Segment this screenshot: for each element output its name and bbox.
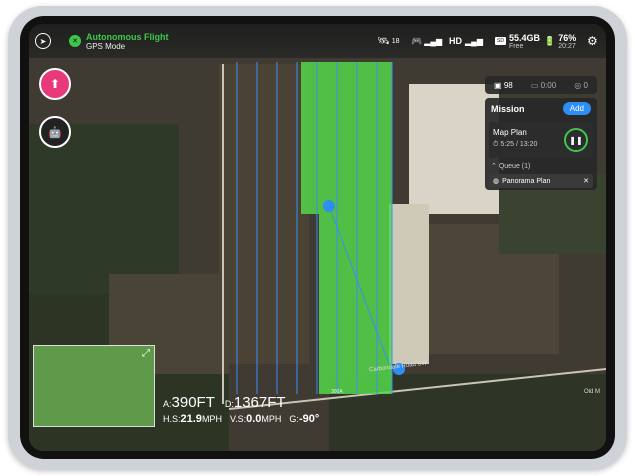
status-bar: ➤ ✕ Autonomous Flight GPS Mode 🛰 18 🎮 ▂▄… bbox=[29, 24, 606, 58]
route-label: 300A bbox=[331, 389, 343, 395]
clock-icon: ⏱ bbox=[493, 141, 499, 148]
settings-button[interactable]: ⚙ bbox=[587, 24, 598, 58]
menu-button[interactable]: ➤ bbox=[35, 24, 51, 58]
storage-free: 55.4GB bbox=[508, 32, 540, 43]
map-screen[interactable]: Carbondale Road SW Old M 300A ➤ ✕ Autono… bbox=[29, 24, 606, 451]
altitude-label: A: bbox=[163, 399, 172, 409]
drone-icon: 🤖 bbox=[48, 126, 62, 139]
vs-unit: MPH bbox=[261, 414, 282, 424]
camera-preview[interactable]: ⤢ bbox=[33, 345, 155, 427]
sd-card-icon: SD bbox=[495, 37, 506, 45]
mode-subtitle: GPS Mode bbox=[86, 41, 126, 51]
hs-unit: MPH bbox=[201, 414, 222, 424]
satellite-status: 🛰 18 bbox=[377, 24, 400, 58]
altitude-value: 390FT bbox=[171, 394, 215, 411]
distance-label: D: bbox=[224, 399, 234, 409]
hd-signal: HD ▂▄▆ bbox=[449, 24, 483, 58]
queue-item-label: Panorama Plan bbox=[502, 177, 551, 185]
gimbal-value: -90° bbox=[298, 413, 320, 425]
pause-button[interactable]: ❚❚ bbox=[564, 128, 588, 152]
telemetry-hud: A: 390FT D: 1367FT H.S: 21.9 MPH V.S: 0.… bbox=[163, 394, 319, 425]
add-button[interactable]: Add bbox=[562, 102, 591, 115]
drone-button[interactable]: 🤖 bbox=[39, 116, 71, 148]
chevron-up-icon: ⌃ bbox=[491, 163, 497, 170]
other-count: ◎ 0 bbox=[574, 80, 588, 90]
gear-icon: ⚙ bbox=[587, 34, 598, 48]
gimbal-label: G: bbox=[289, 414, 299, 424]
navigation-icon: ➤ bbox=[35, 33, 51, 49]
pause-icon: ❚❚ bbox=[569, 135, 583, 145]
vs-value: 0.0 bbox=[246, 413, 262, 425]
storage-status: SD 55.4GB Free bbox=[495, 24, 540, 58]
distance-value: 1367FT bbox=[233, 394, 286, 411]
plan-card[interactable]: Map Plan ⏱ 5:25 / 13:20 ❚❚ bbox=[489, 122, 593, 158]
panorama-icon: ◍ bbox=[493, 178, 500, 185]
vs-label: V.S: bbox=[229, 414, 247, 424]
queue-item[interactable]: ◍ Panorama Plan ✕ bbox=[489, 174, 593, 188]
photo-icon: ▣ bbox=[494, 80, 502, 90]
controller-signal: 🎮 ▂▄▆ bbox=[411, 24, 442, 58]
hd-label: HD bbox=[449, 36, 462, 46]
altitude-row: A: 390FT D: 1367FT bbox=[163, 394, 319, 411]
battery-percent: 76% bbox=[558, 32, 577, 43]
queue-header[interactable]: ⌃ Queue (1) bbox=[491, 162, 530, 170]
tablet-bezel: Carbondale Road SW Old M 300A ➤ ✕ Autono… bbox=[20, 16, 615, 459]
media-stats: ▣ 98 ▭ 0:00 ◎ 0 bbox=[485, 76, 597, 94]
satellite-icon: 🛰 bbox=[377, 35, 390, 47]
storage-sub: Free bbox=[508, 42, 524, 50]
satellite-count: 18 bbox=[391, 37, 400, 45]
video-icon: ▭ bbox=[530, 80, 539, 90]
plan-time: ⏱ 5:25 / 13:20 bbox=[493, 141, 538, 148]
mode-title: Autonomous Flight bbox=[86, 31, 169, 42]
hs-label: H.S: bbox=[163, 414, 181, 424]
plan-name: Map Plan bbox=[493, 128, 527, 137]
mission-panel: Mission Add Map Plan ⏱ 5:25 / 13:20 ❚❚ ⌃… bbox=[485, 98, 597, 190]
drone-mode-icon: ✕ bbox=[69, 35, 81, 47]
video-time: ▭ 0:00 bbox=[530, 80, 557, 90]
controller-icon: 🎮 bbox=[411, 35, 423, 46]
takeoff-button[interactable]: ⬆ bbox=[39, 68, 71, 100]
flight-mode[interactable]: ✕ Autonomous Flight GPS Mode bbox=[69, 24, 168, 58]
signal-bars-icon: ▂▄▆ bbox=[424, 36, 443, 46]
takeoff-icon: ⬆ bbox=[49, 77, 61, 91]
battery-status: 🔋 76% 20:27 bbox=[544, 24, 576, 58]
photo-count: ▣ 98 bbox=[494, 80, 513, 90]
hs-value: 21.9 bbox=[180, 413, 202, 425]
mission-header: Mission bbox=[491, 104, 525, 114]
battery-time: 20:27 bbox=[558, 42, 576, 50]
target-icon: ◎ bbox=[574, 80, 582, 90]
hd-signal-bars-icon: ▂▄▆ bbox=[465, 36, 483, 46]
expand-icon[interactable]: ⤢ bbox=[142, 348, 150, 359]
speed-row: H.S: 21.9 MPH V.S: 0.0 MPH G: -90° bbox=[163, 413, 319, 425]
close-icon[interactable]: ✕ bbox=[583, 177, 589, 185]
road-label-2: Old M bbox=[584, 389, 601, 395]
tablet-frame: Carbondale Road SW Old M 300A ➤ ✕ Autono… bbox=[8, 6, 627, 469]
battery-icon: 🔋 bbox=[544, 35, 556, 46]
